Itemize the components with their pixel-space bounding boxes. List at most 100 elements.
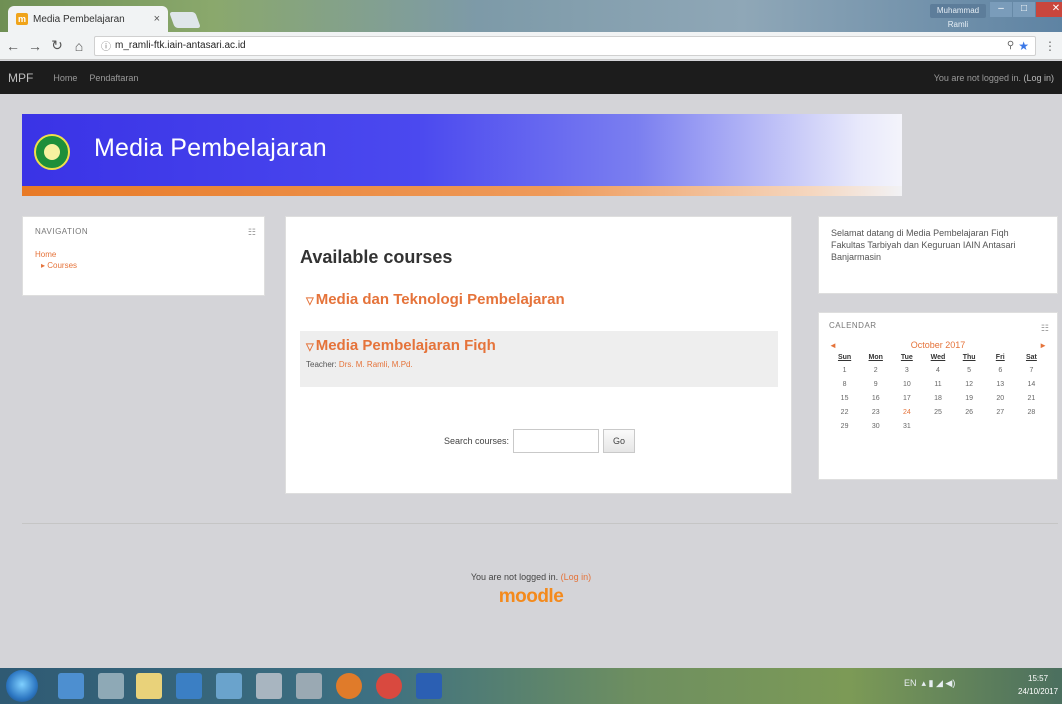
calendar-day[interactable]: 1 [829, 367, 860, 380]
minimize-button[interactable]: ‒ [990, 2, 1012, 17]
calendar-day[interactable]: 2 [860, 367, 891, 380]
taskbar-app-icon[interactable] [296, 673, 322, 699]
taskbar-chrome-icon[interactable] [376, 673, 402, 699]
block-dock-icon[interactable]: ☷ [1041, 323, 1049, 334]
clock-date: 24/10/2017 [1018, 687, 1059, 696]
close-window-button[interactable]: ✕ [1036, 2, 1062, 17]
calendar-day[interactable]: 16 [860, 395, 891, 408]
calendar-day-today[interactable]: 24 [891, 409, 922, 422]
moodle-favicon-icon: m [16, 13, 28, 25]
next-month-icon[interactable]: ► [1039, 341, 1047, 350]
calendar-day[interactable]: 7 [1016, 367, 1047, 380]
calendar-month[interactable]: October 2017 [911, 340, 966, 350]
navbar-link-home[interactable]: Home [53, 73, 77, 83]
calendar-day[interactable]: 17 [891, 395, 922, 408]
moodle-logo[interactable]: moodle [0, 586, 1062, 608]
browser-menu-icon[interactable]: ⋮ [1044, 39, 1056, 53]
browser-tabbar: m Media Pembelajaran × Muhammad Ramli ‒ … [0, 0, 1062, 32]
calendar-day[interactable]: 14 [1016, 381, 1047, 394]
site-logo-icon [34, 134, 70, 170]
taskbar-folder-icon[interactable] [136, 673, 162, 699]
taskbar-word-icon[interactable] [416, 673, 442, 699]
forward-icon[interactable]: → [28, 38, 42, 54]
new-tab-button[interactable] [169, 12, 201, 28]
calendar-day[interactable]: 31 [891, 423, 922, 436]
calendar-day[interactable]: 26 [954, 409, 985, 422]
calendar-weekday: Mon [868, 354, 883, 361]
calendar-day[interactable]: 18 [922, 395, 953, 408]
calendar-day[interactable]: 6 [985, 367, 1016, 380]
calendar-day[interactable]: 20 [985, 395, 1016, 408]
calendar-day[interactable]: 10 [891, 381, 922, 394]
maximize-button[interactable]: □ [1013, 2, 1035, 17]
calendar-day[interactable]: 9 [860, 381, 891, 394]
taskbar-app-icon[interactable] [98, 673, 124, 699]
calendar-day[interactable]: 21 [1016, 395, 1047, 408]
taskbar-app-icon[interactable] [256, 673, 282, 699]
calendar-day[interactable]: 15 [829, 395, 860, 408]
calendar-weekday: Sat [1025, 354, 1037, 361]
site-title[interactable]: Media Pembelajaran [94, 134, 327, 163]
calendar-weekday: Thu [962, 354, 976, 361]
course-search: Search courses: Go [286, 429, 793, 453]
course-link[interactable]: ▽ Media Pembelajaran Fiqh [306, 337, 772, 354]
calendar-day[interactable]: 23 [860, 409, 891, 422]
calendar-weekday: Wed [930, 354, 946, 361]
browser-tab[interactable]: m Media Pembelajaran × [8, 6, 168, 32]
navbar-link-pendaftaran[interactable]: Pendaftaran [89, 73, 138, 83]
bookmark-star-icon[interactable]: ★ [1018, 39, 1029, 53]
home-icon[interactable]: ⌂ [72, 38, 86, 54]
calendar-day[interactable]: 8 [829, 381, 860, 394]
calendar-day[interactable]: 5 [954, 367, 985, 380]
calendar-block: CALENDAR ☷ ◄ October 2017 ► Sun Mon Tue Wed… [818, 312, 1058, 480]
teacher-link[interactable]: Drs. M. Ramli, M.Pd. [339, 360, 413, 369]
footer-login-link[interactable]: (Log in) [561, 572, 592, 582]
calendar-day[interactable]: 3 [891, 367, 922, 380]
calendar-day[interactable]: 12 [954, 381, 985, 394]
block-dock-icon[interactable]: ☷ [248, 227, 256, 238]
calendar-day[interactable]: 4 [922, 367, 953, 380]
window-controls: ‒ □ ✕ [990, 2, 1062, 17]
calendar-day[interactable]: 27 [985, 409, 1016, 422]
nav-item-courses[interactable]: ▸ Courses [35, 261, 252, 270]
window-user-badge[interactable]: Muhammad Ramli [930, 4, 986, 29]
banner-stripe [22, 186, 902, 196]
footer-login-text: You are not logged in. [470, 572, 559, 582]
info-icon[interactable]: ⓘ [101, 38, 111, 53]
search-label: Search courses: [443, 436, 510, 446]
navbar-brand[interactable]: MPF [8, 71, 33, 85]
taskbar-firefox-icon[interactable] [336, 673, 362, 699]
calendar-day[interactable]: 11 [922, 381, 953, 394]
taskbar-app-icon[interactable] [58, 673, 84, 699]
calendar-day[interactable]: 28 [1016, 409, 1047, 422]
calendar-day[interactable]: 30 [860, 423, 891, 436]
course-link[interactable]: ▽ Media dan Teknologi Pembelajaran [306, 291, 772, 308]
calendar-day[interactable]: 25 [922, 409, 953, 422]
navbar-login-text: You are not logged in. [933, 72, 1021, 83]
tab-close-icon[interactable]: × [154, 13, 160, 25]
search-input[interactable] [513, 429, 600, 453]
back-icon[interactable]: ← [6, 38, 20, 54]
address-bar[interactable]: ⓘ m_ramli-ftk.iain-antasari.ac.id ⚲ ★ [94, 35, 1036, 56]
tray-language[interactable]: EN [904, 678, 917, 688]
calendar-day[interactable]: 13 [985, 381, 1016, 394]
prev-month-icon[interactable]: ◄ [829, 341, 837, 350]
navbar-login-link[interactable]: (Log in) [1023, 73, 1054, 83]
nav-item-home[interactable]: Home [35, 250, 252, 259]
taskbar-app-icon[interactable] [216, 673, 242, 699]
start-button[interactable] [6, 670, 38, 702]
course-name[interactable]: Media Pembelajaran Fiqh [316, 337, 496, 354]
zoom-icon[interactable]: ⚲ [1007, 40, 1014, 51]
reload-icon[interactable]: ↻ [50, 37, 64, 54]
calendar-day[interactable]: 29 [829, 423, 860, 436]
course-name[interactable]: Media dan Teknologi Pembelajaran [316, 291, 565, 308]
taskbar-clock[interactable]: 15:57 24/10/2017 [1018, 672, 1058, 698]
tray-icons[interactable]: ▴ ▮ ◢ ◀) [919, 678, 956, 688]
system-tray: EN ▴ ▮ ◢ ◀) [904, 678, 955, 689]
go-button[interactable]: Go [603, 429, 636, 453]
course-item: ▽ Media Pembelajaran Fiqh Teacher: Drs. M… [300, 331, 778, 387]
url-text[interactable]: m_ramli-ftk.iain-antasari.ac.id [115, 40, 1003, 51]
calendar-day[interactable]: 22 [829, 409, 860, 422]
calendar-day[interactable]: 19 [954, 395, 985, 408]
taskbar-app-icon[interactable] [176, 673, 202, 699]
